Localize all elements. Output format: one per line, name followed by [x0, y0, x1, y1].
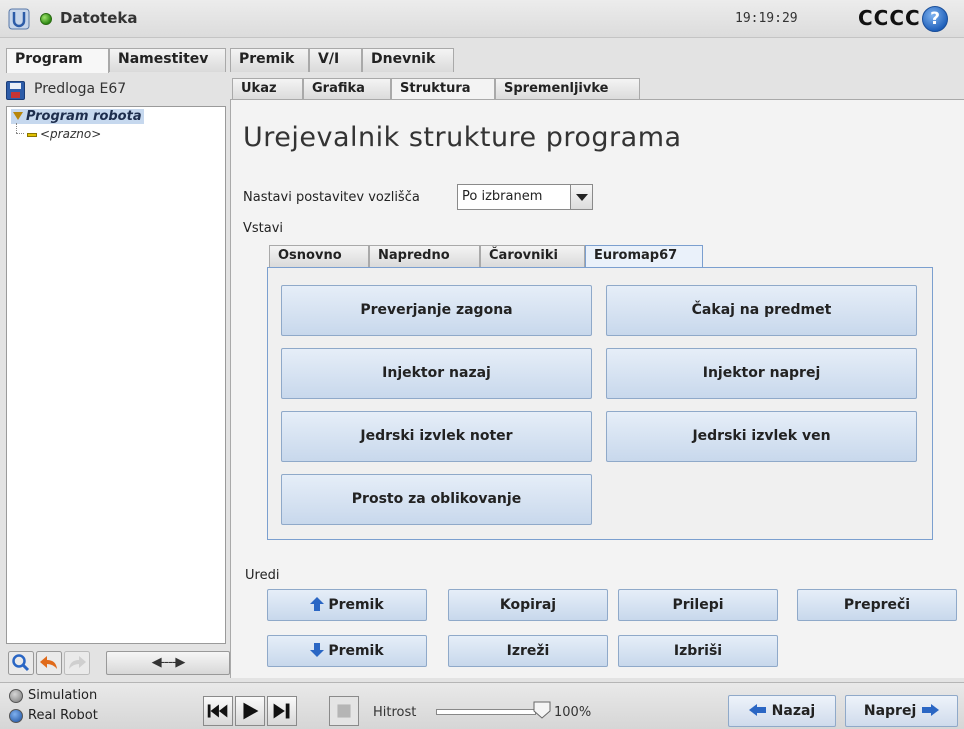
tab-euromap67[interactable]: Euromap67 [585, 245, 703, 267]
step-button[interactable] [267, 696, 297, 726]
speed-slider-track[interactable] [436, 709, 536, 715]
tab-advanced[interactable]: Napredno [369, 245, 480, 267]
program-header: Predloga E67 [6, 78, 226, 104]
ejector-forward-button[interactable]: Injektor naprej [606, 348, 917, 399]
tree-connector [16, 123, 17, 133]
back-label: Nazaj [771, 703, 816, 719]
real-robot-radio[interactable] [9, 709, 23, 723]
tab-command[interactable]: Ukaz [232, 78, 303, 100]
ur-logo-icon [8, 8, 30, 30]
speed-slider-handle[interactable] [532, 701, 552, 719]
redo-icon[interactable] [64, 651, 90, 675]
tree-root-node[interactable]: Program robota [11, 109, 144, 124]
tab-program[interactable]: Program [6, 48, 109, 73]
next-button[interactable]: Naprej [845, 695, 958, 727]
tab-basic[interactable]: Osnovno [269, 245, 369, 267]
suppress-button[interactable]: Prepreči [797, 589, 957, 621]
search-icon[interactable] [8, 651, 34, 675]
tab-move[interactable]: Premik [230, 48, 309, 72]
undo-icon[interactable] [36, 651, 62, 675]
tab-structure[interactable]: Struktura [391, 78, 495, 100]
edit-label: Uredi [245, 568, 280, 583]
node-layout-value: Po izbranem [462, 189, 543, 204]
node-layout-label: Nastavi postavitev vozlišča [243, 190, 420, 205]
start-check-button[interactable]: Preverjanje zagona [281, 285, 592, 336]
tree-child-label: <prazno> [40, 127, 102, 141]
speed-label: Hitrost [373, 705, 417, 720]
tab-variables[interactable]: Spremenljivke [495, 78, 640, 100]
euromap67-panel: Preverjanje zagona Čakaj na predmet Inje… [267, 267, 933, 540]
tree-toolbar: ◀----▶ [6, 648, 230, 678]
tab-io[interactable]: V/I [309, 48, 362, 72]
main-tabs: Program Namestitev Premik V/I Dnevnik [0, 48, 964, 73]
real-robot-label: Real Robot [28, 708, 98, 723]
status-indicator-icon [40, 13, 52, 25]
core-pull-out-button[interactable]: Jedrski izvlek ven [606, 411, 917, 462]
back-button[interactable]: Nazaj [728, 695, 836, 727]
robot-name: CCCC [858, 6, 921, 30]
rewind-button[interactable] [203, 696, 233, 726]
node-layout-select[interactable]: Po izbranem [457, 184, 593, 210]
play-button[interactable] [235, 696, 265, 726]
stop-button[interactable] [329, 696, 359, 726]
page-title: Urejevalnik strukture programa [243, 122, 682, 153]
wait-for-part-button[interactable]: Čakaj na predmet [606, 285, 917, 336]
arrow-right-icon [921, 704, 940, 716]
file-menu[interactable]: Datoteka [60, 9, 138, 27]
structure-editor: Urejevalnik strukture programa Nastavi p… [230, 99, 964, 678]
empty-node-icon [27, 132, 37, 137]
tab-wizards[interactable]: Čarovniki [480, 245, 585, 267]
next-label: Naprej [863, 703, 917, 719]
tree-child-node[interactable]: <prazno> [27, 127, 101, 141]
simulation-radio[interactable] [9, 689, 23, 703]
ejector-back-button[interactable]: Injektor nazaj [281, 348, 592, 399]
arrow-left-icon [748, 704, 767, 716]
help-icon[interactable]: ? [922, 6, 948, 32]
top-bar: Datoteka 19:19:29 CCCC ? [0, 0, 964, 38]
tab-log[interactable]: Dnevnik [362, 48, 454, 72]
cut-button[interactable]: Izreži [448, 635, 608, 667]
simulation-label: Simulation [28, 688, 98, 703]
move-down-button[interactable]: Premik [267, 635, 427, 667]
program-name: Predloga E67 [34, 81, 127, 97]
tree-collapse-button[interactable]: ◀----▶ [106, 651, 230, 675]
free-for-molding-button[interactable]: Prosto za oblikovanje [281, 474, 592, 525]
speed-value: 100% [554, 705, 592, 720]
tab-installation[interactable]: Namestitev [109, 48, 226, 72]
core-pull-in-button[interactable]: Jedrski izvlek noter [281, 411, 592, 462]
chevron-down-icon[interactable] [570, 185, 592, 209]
move-up-button[interactable]: Premik [267, 589, 427, 621]
bottom-bar: Simulation Real Robot Hitrost 100% Nazaj… [0, 682, 964, 729]
program-tree: Program robota <prazno> [6, 106, 226, 644]
paste-button[interactable]: Prilepi [618, 589, 778, 621]
clock: 19:19:29 [735, 11, 798, 26]
copy-button[interactable]: Kopiraj [448, 589, 608, 621]
arrow-down-icon [310, 643, 325, 657]
expand-triangle-icon[interactable] [13, 112, 23, 120]
move-down-label: Premik [328, 643, 384, 659]
delete-button[interactable]: Izbriši [618, 635, 778, 667]
save-icon[interactable] [6, 81, 25, 100]
insert-label: Vstavi [243, 221, 284, 236]
arrow-up-icon [310, 597, 325, 611]
move-up-label: Premik [328, 597, 384, 613]
tree-connector [16, 133, 24, 134]
tab-graphics[interactable]: Grafika [303, 78, 391, 100]
tree-root-label: Program robota [26, 109, 142, 124]
